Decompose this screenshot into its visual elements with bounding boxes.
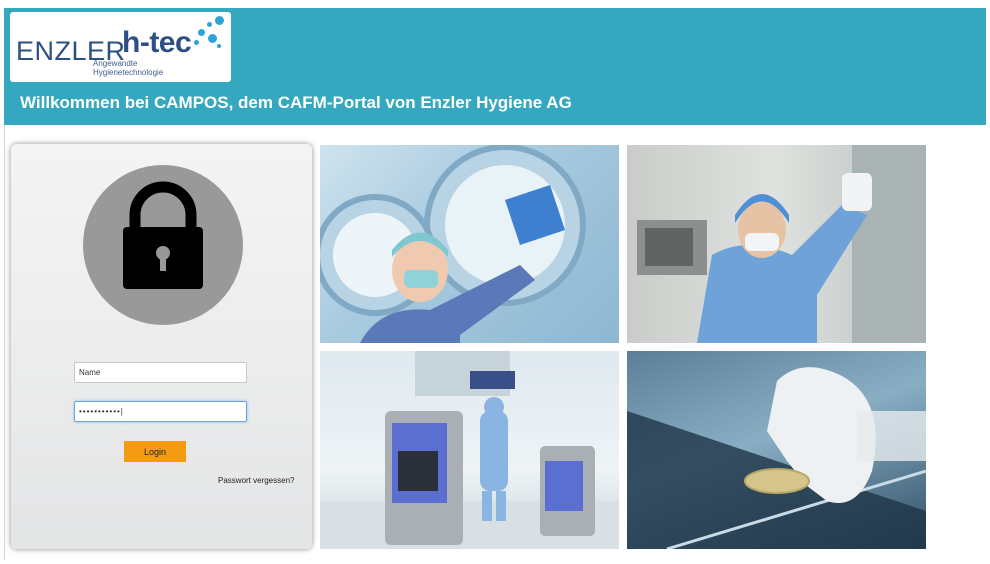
password-field[interactable]: •••••••••••| <box>74 401 247 422</box>
logo-dot-icon <box>198 29 205 36</box>
logo-dot-icon <box>208 34 217 43</box>
photo-illustration <box>637 145 926 343</box>
logo-dot-icon <box>194 40 199 45</box>
cleanroom-worker-photo <box>627 145 926 343</box>
surgical-lights-cleaning-photo <box>320 145 619 343</box>
logo-dot-icon <box>215 16 224 25</box>
enzler-htec-logo[interactable]: ENZLER h-tec Angewandte Hygienetechnolog… <box>10 12 231 82</box>
logo-dot-icon <box>207 22 212 27</box>
logo-brand-right: h-tec <box>122 26 192 59</box>
photo-illustration <box>320 351 619 549</box>
petri-dish-gloves-photo <box>627 351 926 549</box>
logo-tagline-2: Hygienetechnologie <box>93 68 164 77</box>
login-button[interactable]: Login <box>124 441 186 462</box>
name-field[interactable]: Name <box>74 362 247 383</box>
header-banner: ENZLER h-tec Angewandte Hygienetechnolog… <box>4 8 986 125</box>
login-card: Name •••••••••••| Login Passwort vergess… <box>11 144 312 549</box>
photo-illustration <box>320 145 586 343</box>
lock-badge <box>83 165 243 325</box>
lock-icon <box>123 181 203 289</box>
forgot-password-link[interactable]: Passwort vergessen? <box>218 476 294 485</box>
logo-dot-icon <box>217 44 221 48</box>
logo-tagline-1: Angewandte <box>93 59 138 68</box>
decontamination-units-photo <box>320 351 619 549</box>
welcome-title: Willkommen bei CAMPOS, dem CAFM-Portal v… <box>20 93 572 112</box>
photo-illustration <box>627 367 926 549</box>
